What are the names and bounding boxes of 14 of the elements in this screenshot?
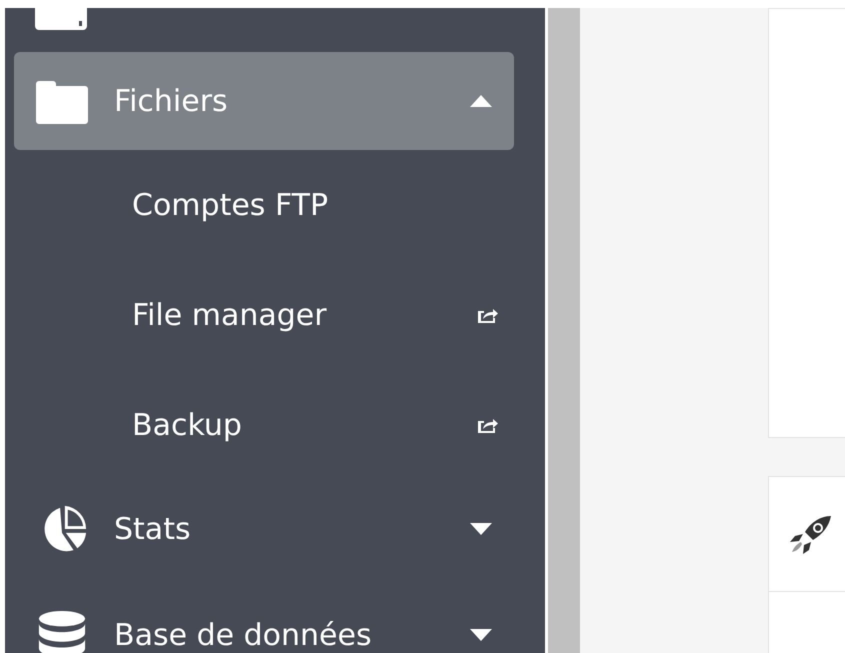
database-icon <box>36 610 88 653</box>
caret-down-icon <box>470 523 492 535</box>
menu-item[interactable]: Stats <box>14 480 514 578</box>
menu-item[interactable]: Fichiers <box>14 52 514 150</box>
submenu-item[interactable]: Backup <box>5 370 545 480</box>
scrollbar[interactable] <box>548 8 580 653</box>
caret-up-icon <box>470 95 492 107</box>
menu-label: Fichiers <box>114 84 229 118</box>
menu-label: Stats <box>114 512 192 546</box>
caret-down-icon <box>470 629 492 641</box>
submenu-item[interactable]: Comptes FTP <box>5 150 545 260</box>
menu-item[interactable]: Base de données <box>14 586 514 653</box>
submenu-item[interactable]: File manager <box>5 260 545 370</box>
menu-label: Base de données <box>114 618 373 652</box>
